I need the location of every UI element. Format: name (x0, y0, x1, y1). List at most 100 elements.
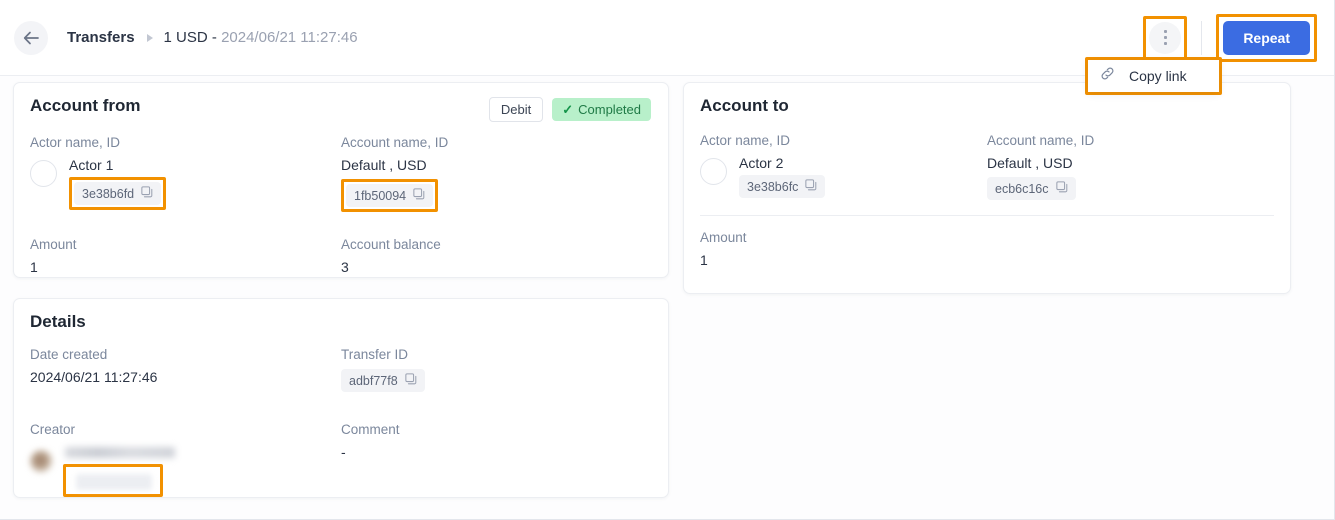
transfer-id-field: Transfer ID adbf77f8 (341, 347, 652, 392)
details-title: Details (30, 312, 86, 331)
actor-name: Actor 2 (739, 155, 784, 171)
copy-icon (1055, 181, 1068, 196)
actor-line: Actor 1 3e38b6fd (30, 157, 341, 210)
more-menu-dropdown: Copy link (1088, 60, 1219, 92)
account-to-fields: Actor name, ID Actor 2 3e38b6fc Account … (700, 133, 1274, 268)
account-name-id-label: Account name, ID (341, 135, 449, 150)
status-badge: ✓ Completed (552, 98, 651, 121)
creator-row (30, 444, 341, 497)
vertical-dots-icon-dot (1163, 42, 1167, 45)
creator-avatar (30, 450, 53, 473)
account-id-chip[interactable]: 1fb50094 (346, 184, 434, 207)
account-to-title: Account to (700, 96, 789, 115)
actor-id-chip[interactable]: 3e38b6fd (74, 182, 162, 205)
account-id-value: 1fb50094 (354, 188, 407, 203)
account-from-row-2: Amount 1 Account balance 3 (30, 237, 652, 275)
copy-icon (141, 186, 153, 201)
creator-id-chip-highlight (63, 464, 163, 497)
creator-id-chip[interactable] (76, 474, 152, 490)
amount-label: Amount (30, 237, 77, 252)
more-menu-button[interactable] (1149, 21, 1182, 54)
actor-name-id-label: Actor name, ID (700, 133, 791, 148)
account-to-row-1: Actor name, ID Actor 2 3e38b6fc Account … (700, 133, 1274, 200)
breadcrumb-current: 1 USD - 2024/06/21 11:27:46 (164, 29, 358, 46)
account-to-actor-field: Actor name, ID Actor 2 3e38b6fc (700, 133, 987, 200)
avatar (30, 160, 57, 187)
transfer-id-value: adbf77f8 (349, 373, 398, 388)
menu-item-copy-link[interactable]: Copy link (1099, 65, 1187, 87)
account-id-value: ecb6c16c (995, 181, 1049, 196)
account-to-card: Account to Actor name, ID Actor 2 3e38b6… (683, 82, 1291, 294)
breadcrumb-current-prefix: 1 USD - (163, 29, 222, 46)
breadcrumb: Transfers 1 USD - 2024/06/21 11:27:46 (67, 29, 358, 46)
date-created-value: 2024/06/21 11:27:46 (30, 369, 158, 385)
account-name-value: Default , USD (341, 157, 427, 173)
arrow-left-icon (23, 31, 40, 45)
account-from-balance-field: Account balance 3 (341, 237, 652, 275)
copy-icon (413, 188, 425, 203)
repeat-button-highlight: Repeat (1216, 13, 1317, 62)
creator-body (63, 444, 175, 497)
details-row-1: Date created 2024/06/21 11:27:46 Transfe… (30, 347, 652, 392)
amount-value: 1 (700, 252, 708, 268)
actor-body: Actor 2 3e38b6fc (739, 155, 826, 198)
actor-id-value: 3e38b6fd (82, 186, 135, 201)
back-button[interactable] (14, 20, 48, 55)
header-actions: Repeat (1143, 13, 1334, 62)
status-badge-label: Completed (578, 102, 641, 117)
account-from-card: Account from Debit ✓ Completed Actor nam… (13, 82, 669, 278)
creator-label: Creator (30, 422, 76, 437)
details-row-2: Creator Comment - (30, 422, 652, 497)
details-card: Details Date created 2024/06/21 11:27:46… (13, 298, 669, 498)
menu-item-copy-link-label: Copy link (1129, 68, 1187, 84)
header-divider (1201, 20, 1203, 55)
copy-icon (805, 179, 817, 194)
transfer-id-chip[interactable]: adbf77f8 (341, 369, 425, 392)
account-from-row-1: Actor name, ID Actor 1 3e38b6fd Account … (30, 135, 652, 212)
account-to-divider (700, 215, 1274, 216)
comment-value: - (341, 444, 346, 460)
transfer-id-label: Transfer ID (341, 347, 409, 362)
details-fields: Date created 2024/06/21 11:27:46 Transfe… (30, 347, 652, 497)
amount-label: Amount (700, 230, 747, 245)
more-menu-highlight (1143, 15, 1188, 60)
check-icon: ✓ (562, 102, 574, 117)
amount-value: 1 (30, 259, 38, 275)
breadcrumb-current-date: 2024/06/21 11:27:46 (221, 29, 358, 46)
copy-link-menu-highlight: Copy link (1085, 57, 1222, 95)
comment-label: Comment (341, 422, 400, 437)
actor-line: Actor 2 3e38b6fc (700, 155, 987, 198)
account-to-amount-field: Amount 1 (700, 230, 1016, 268)
account-from-account-field: Account name, ID Default , USD 1fb50094 (341, 135, 652, 212)
link-icon (1099, 65, 1116, 87)
account-id-chip[interactable]: ecb6c16c (987, 177, 1076, 200)
date-created-label: Date created (30, 347, 108, 362)
account-to-row-2: Amount 1 (700, 230, 1274, 268)
actor-id-chip-highlight: 3e38b6fd (69, 177, 167, 210)
vertical-dots-icon-dot (1163, 36, 1167, 39)
breadcrumb-transfers-link[interactable]: Transfers (67, 29, 135, 46)
account-from-title: Account from (30, 96, 141, 115)
account-name-id-label: Account name, ID (987, 133, 1095, 148)
account-id-chip-highlight: 1fb50094 (341, 179, 439, 212)
account-name-value: Default , USD (987, 155, 1073, 171)
account-from-amount-field: Amount 1 (30, 237, 341, 275)
account-to-account-field: Account name, ID Default , USD ecb6c16c (987, 133, 1274, 200)
breadcrumb-separator-icon (146, 33, 153, 42)
repeat-button[interactable]: Repeat (1223, 20, 1310, 55)
actor-name: Actor 1 (69, 157, 114, 173)
avatar (700, 158, 727, 185)
account-from-badges: Debit ✓ Completed (488, 97, 651, 122)
actor-id-chip[interactable]: 3e38b6fc (739, 175, 826, 198)
creator-name-redacted (65, 447, 175, 458)
date-created-field: Date created 2024/06/21 11:27:46 (30, 347, 341, 392)
actor-id-value: 3e38b6fc (747, 179, 799, 194)
account-balance-label: Account balance (341, 237, 441, 252)
account-balance-value: 3 (341, 259, 349, 275)
account-from-actor-field: Actor name, ID Actor 1 3e38b6fd (30, 135, 341, 212)
actor-body: Actor 1 3e38b6fd (69, 157, 167, 210)
page-root: Transfers 1 USD - 2024/06/21 11:27:46 Re… (0, 0, 1335, 520)
actor-name-id-label: Actor name, ID (30, 135, 121, 150)
creator-field: Creator (30, 422, 341, 497)
transfer-type-badge: Debit (488, 97, 544, 122)
